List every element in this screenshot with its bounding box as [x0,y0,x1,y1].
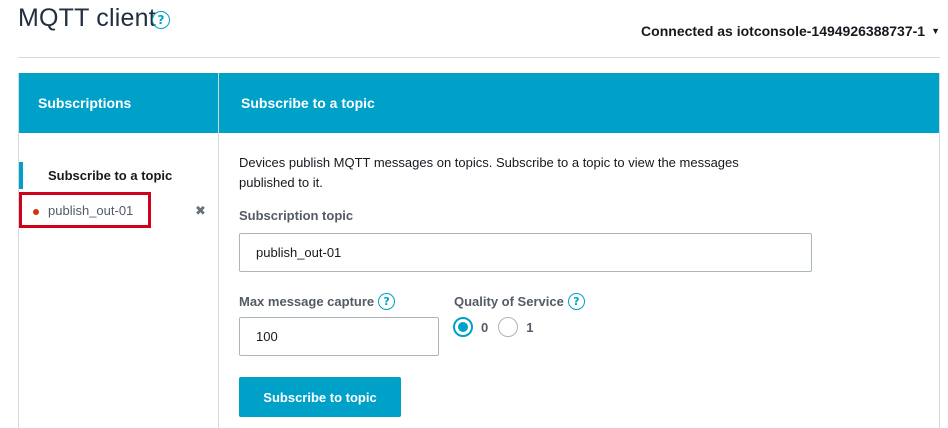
qos-option-0[interactable]: 0 [453,317,488,337]
connected-label: Connected as iotconsole-1494926388737-1 [641,23,926,39]
subscription-topic-input[interactable]: publish_out-01 [239,233,812,272]
panel-header: Subscriptions Subscribe to a topic [19,73,939,133]
radio-selected-icon[interactable] [453,317,473,337]
subscription-topic-label: publish_out-01 [48,203,134,218]
header-divider [18,57,940,58]
max-capture-label-row: Max message capture ? [239,293,396,310]
page-title: MQTT client [18,4,156,32]
qos-label: Quality of Service [454,294,564,309]
qos-label-row: Quality of Service ? [454,293,585,310]
caret-down-icon: ▼ [931,26,940,36]
page-header: MQTT client ? Connected as iotconsole-14… [0,0,948,58]
status-dot [33,209,39,215]
subscription-topic-field-label: Subscription topic [239,208,354,223]
help-icon[interactable]: ? [152,11,170,29]
mqtt-panel: Subscriptions Subscribe to a topic Subsc… [18,73,940,428]
qos-radio-group: 0 1 [453,317,533,337]
qos-option-label: 1 [526,319,534,335]
connection-menu[interactable]: Connected as iotconsole-1494926388737-1 … [641,23,940,39]
help-icon[interactable]: ? [567,293,585,310]
subscription-item[interactable]: publish_out-01 [19,192,151,228]
sidebar-item-subscribe[interactable]: Subscribe to a topic [48,168,172,183]
description: Devices publish MQTT messages on topics.… [239,155,739,190]
max-capture-label: Max message capture [239,294,375,309]
column-divider [218,73,219,428]
subscribe-button[interactable]: Subscribe to topic [239,377,401,417]
subscribe-heading: Subscribe to a topic [241,95,375,111]
radio-unselected-icon[interactable] [498,317,519,337]
close-icon[interactable]: ✖ [195,203,206,219]
max-capture-input[interactable]: 100 [239,317,439,356]
active-indicator [19,162,23,189]
help-icon[interactable]: ? [378,293,396,310]
qos-option-label: 0 [481,319,489,335]
subscriptions-heading: Subscriptions [38,95,132,111]
qos-option-1[interactable]: 1 [498,317,533,337]
